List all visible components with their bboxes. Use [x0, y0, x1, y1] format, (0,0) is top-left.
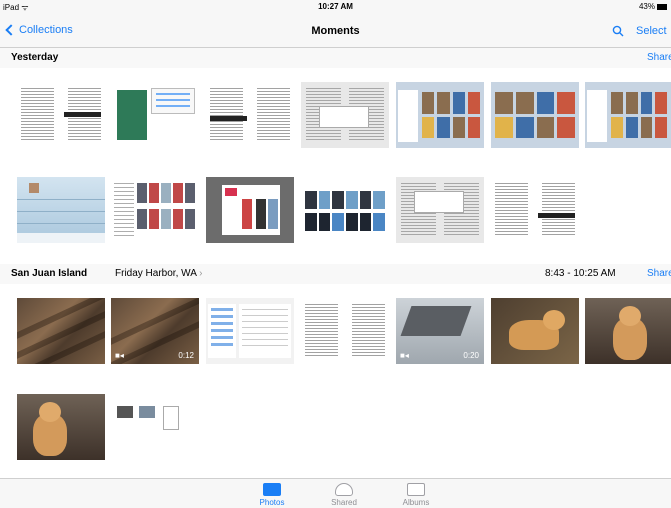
back-label: Collections — [19, 24, 73, 36]
navigation-bar: Collections Moments Select — [0, 14, 671, 48]
tab-label: Photos — [259, 498, 285, 507]
photo-thumbnail[interactable] — [17, 177, 105, 243]
video-duration: 0:20 — [463, 351, 479, 360]
photo-thumbnail[interactable] — [396, 82, 484, 148]
search-icon[interactable] — [612, 25, 624, 37]
video-thumbnail[interactable]: ■◂ 0:20 — [396, 298, 484, 364]
photo-thumbnail[interactable] — [301, 298, 389, 364]
photo-thumbnail[interactable] — [491, 177, 579, 243]
status-bar: iPad ᯤ 10:27 AM 43% — [0, 0, 671, 14]
select-button[interactable]: Select — [636, 25, 667, 37]
location-link[interactable]: Friday Harbor, WA › — [115, 268, 202, 279]
page-title: Moments — [311, 25, 360, 37]
photos-icon — [263, 483, 281, 496]
video-thumbnail[interactable]: ■◂ 0:12 — [111, 298, 199, 364]
video-camera-icon: ■◂ — [400, 351, 409, 360]
status-time: 10:27 AM — [318, 2, 353, 11]
tab-albums[interactable]: Albums — [391, 483, 441, 507]
video-camera-icon: ■◂ — [115, 351, 124, 360]
photo-thumbnail[interactable] — [206, 177, 294, 243]
cloud-icon — [335, 483, 353, 496]
photo-thumbnail[interactable] — [206, 82, 294, 148]
photo-thumbnail[interactable] — [301, 82, 389, 148]
photo-thumbnail[interactable] — [585, 298, 671, 364]
chevron-left-icon — [5, 24, 17, 36]
tab-photos[interactable]: Photos — [247, 483, 297, 507]
photo-thumbnail[interactable] — [491, 82, 579, 148]
photo-thumbnail[interactable] — [301, 177, 389, 243]
battery-indicator: 43% — [639, 2, 667, 11]
photo-thumbnail[interactable] — [206, 298, 294, 364]
video-duration: 0:12 — [178, 351, 194, 360]
share-button[interactable]: Share — [647, 268, 671, 279]
section-header-san-juan-island: San Juan Island Friday Harbor, WA › 8:43… — [0, 264, 671, 284]
tab-bar: Photos Shared Albums — [0, 478, 671, 508]
section-header-yesterday: Yesterday Share — [0, 48, 671, 68]
photo-thumbnail[interactable] — [17, 82, 105, 148]
time-range: 8:43 - 10:25 AM — [545, 268, 616, 279]
photo-thumbnail[interactable] — [491, 298, 579, 364]
albums-icon — [407, 483, 425, 496]
tab-label: Shared — [331, 498, 357, 507]
video-thumbnail[interactable] — [17, 298, 105, 364]
tab-label: Albums — [402, 498, 430, 507]
battery-icon — [657, 3, 667, 10]
back-button[interactable]: Collections — [5, 24, 73, 36]
photo-thumbnail[interactable] — [111, 82, 199, 148]
section-title: San Juan Island — [11, 268, 88, 279]
photo-thumbnail[interactable] — [396, 177, 484, 243]
share-button[interactable]: Share — [647, 52, 671, 63]
photo-thumbnail[interactable] — [111, 394, 199, 460]
photo-thumbnail[interactable] — [111, 177, 199, 243]
photo-thumbnail[interactable] — [17, 394, 105, 460]
section-title: Yesterday — [11, 52, 59, 63]
photo-thumbnail[interactable] — [585, 82, 671, 148]
tab-shared[interactable]: Shared — [319, 483, 369, 507]
